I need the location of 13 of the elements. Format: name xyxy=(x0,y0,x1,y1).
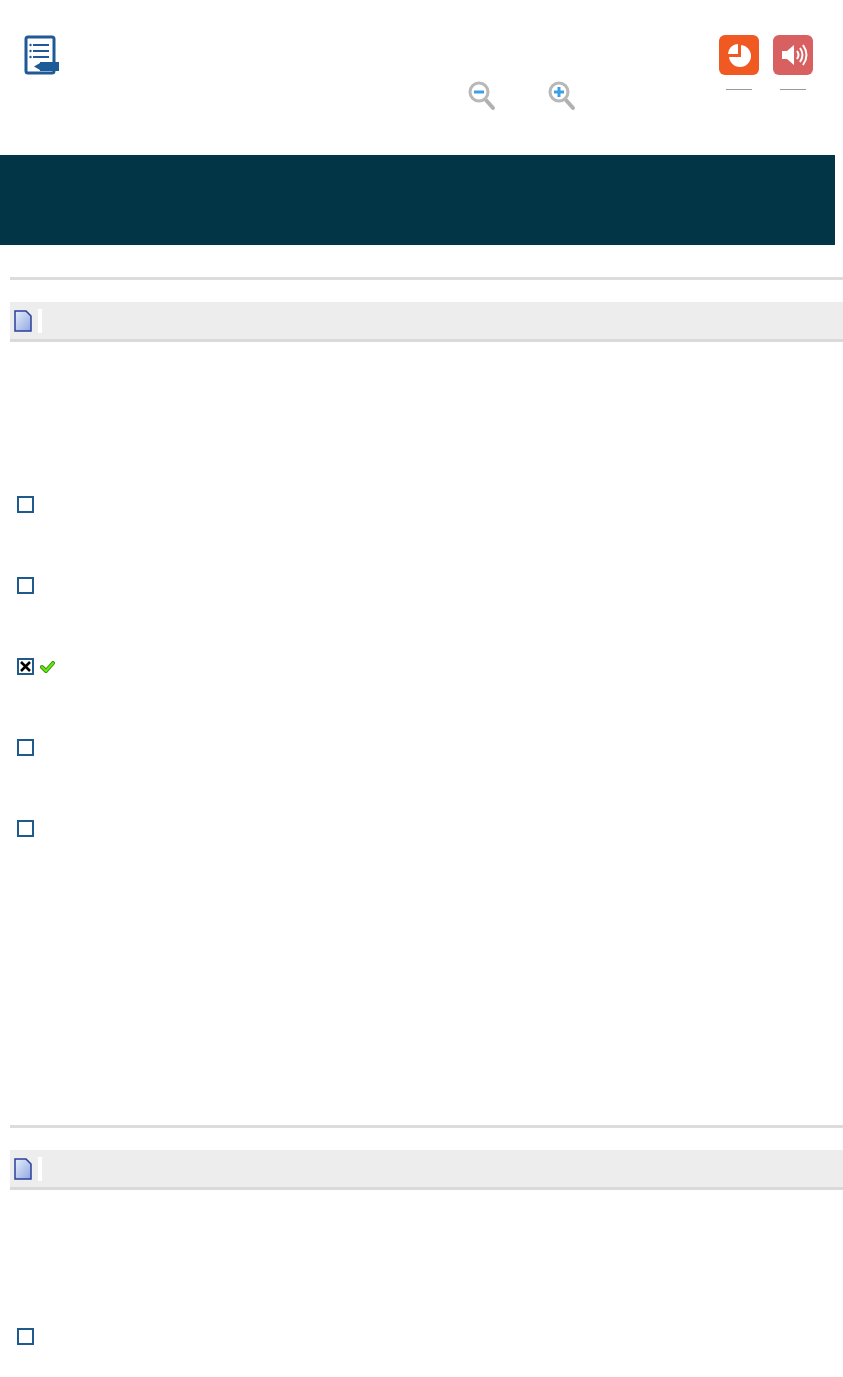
checkbox[interactable] xyxy=(17,496,34,513)
pie-chart-button[interactable] xyxy=(719,35,759,75)
checkbox[interactable] xyxy=(17,820,34,837)
checkbox[interactable] xyxy=(17,577,34,594)
document-icon xyxy=(14,309,32,332)
checkbox[interactable] xyxy=(17,1328,34,1345)
zoom-in-icon[interactable] xyxy=(548,81,576,111)
list-document-icon[interactable] xyxy=(24,35,60,75)
document-icon xyxy=(14,1157,32,1180)
zoom-out-icon[interactable] xyxy=(468,81,496,111)
checkbox[interactable] xyxy=(17,658,34,675)
speaker-button[interactable] xyxy=(773,35,813,75)
checkbox[interactable] xyxy=(17,739,34,756)
